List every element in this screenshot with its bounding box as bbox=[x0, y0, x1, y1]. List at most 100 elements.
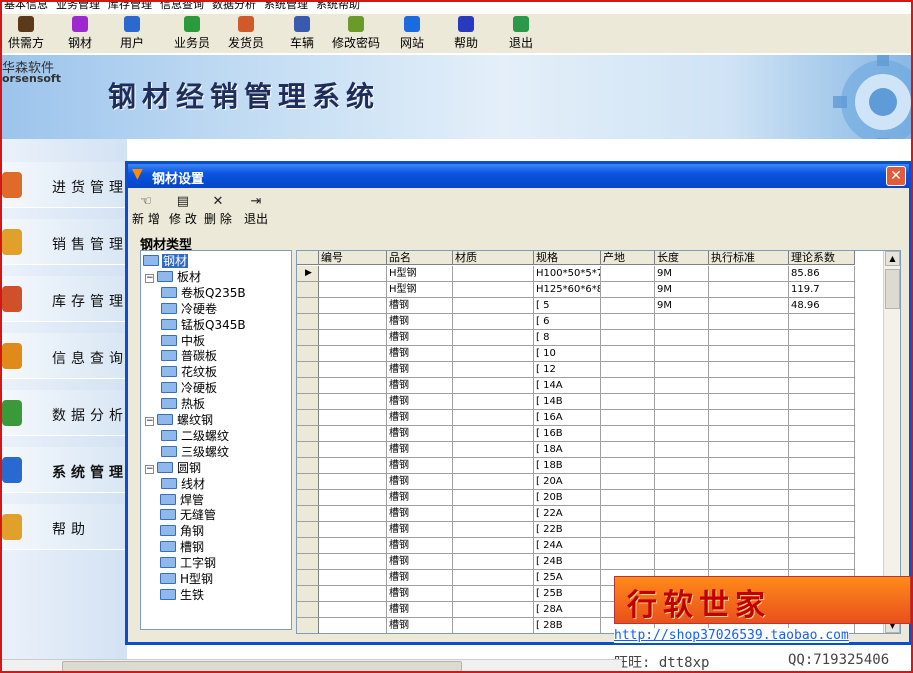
table-cell[interactable]: 9M bbox=[655, 282, 709, 298]
table-cell[interactable] bbox=[453, 378, 534, 394]
tree-node[interactable]: − 板材 bbox=[145, 269, 202, 285]
table-cell[interactable] bbox=[601, 266, 655, 282]
table-cell[interactable]: 槽钢 bbox=[387, 314, 453, 330]
table-cell[interactable]: 槽钢 bbox=[387, 394, 453, 410]
grid-column-header[interactable]: 长度 bbox=[655, 251, 709, 265]
table-cell[interactable]: [ 25B bbox=[534, 586, 601, 602]
table-cell[interactable]: [ 24A bbox=[534, 538, 601, 554]
table-cell[interactable]: 9M bbox=[655, 298, 709, 314]
tree-node[interactable]: 热板 bbox=[161, 396, 206, 412]
tree-node[interactable]: 生铁 bbox=[145, 587, 205, 603]
table-cell[interactable] bbox=[655, 522, 709, 538]
table-cell[interactable]: [ 28A bbox=[534, 602, 601, 618]
table-cell[interactable] bbox=[709, 378, 789, 394]
grid-column-header[interactable]: 规格 bbox=[534, 251, 601, 265]
dialog-toolbar-button[interactable]: ▤ 修 改 bbox=[169, 194, 197, 227]
table-row[interactable]: 槽钢 [ 5 9M 48.96 bbox=[297, 298, 855, 314]
tree-node[interactable]: 冷硬卷 bbox=[161, 301, 218, 317]
menu-item[interactable]: 数据分析 bbox=[212, 2, 256, 11]
table-row[interactable]: 槽钢 [ 22A bbox=[297, 506, 855, 522]
table-cell[interactable]: [ 24B bbox=[534, 554, 601, 570]
table-cell[interactable] bbox=[601, 442, 655, 458]
table-row[interactable]: 槽钢 [ 18A bbox=[297, 442, 855, 458]
tree-node[interactable]: 三级螺纹 bbox=[161, 444, 230, 460]
table-cell[interactable]: 槽钢 bbox=[387, 586, 453, 602]
table-row[interactable]: 槽钢 [ 24A bbox=[297, 538, 855, 554]
toolbar-button[interactable]: 车辆 bbox=[290, 16, 314, 51]
toolbar-button[interactable]: 用户 bbox=[120, 16, 144, 51]
toolbar-button[interactable]: 发货员 bbox=[228, 16, 264, 51]
tree-node[interactable]: 二级螺纹 bbox=[161, 428, 230, 444]
table-cell[interactable] bbox=[655, 442, 709, 458]
table-cell[interactable] bbox=[709, 282, 789, 298]
table-cell[interactable]: [ 6 bbox=[534, 314, 601, 330]
table-cell[interactable] bbox=[601, 298, 655, 314]
table-cell[interactable] bbox=[319, 458, 387, 474]
tree-node[interactable]: 槽钢 bbox=[145, 539, 205, 555]
table-cell[interactable] bbox=[601, 346, 655, 362]
table-cell[interactable] bbox=[655, 330, 709, 346]
table-cell[interactable] bbox=[319, 282, 387, 298]
table-row[interactable]: 槽钢 [ 14B bbox=[297, 394, 855, 410]
table-cell[interactable] bbox=[319, 330, 387, 346]
table-cell[interactable]: 槽钢 bbox=[387, 410, 453, 426]
close-button[interactable]: ✕ bbox=[886, 166, 906, 186]
table-cell[interactable]: [ 14B bbox=[534, 394, 601, 410]
table-cell[interactable]: 槽钢 bbox=[387, 346, 453, 362]
table-cell[interactable] bbox=[453, 458, 534, 474]
scroll-thumb[interactable] bbox=[885, 269, 900, 309]
table-cell[interactable]: [ 5 bbox=[534, 298, 601, 314]
table-cell[interactable] bbox=[655, 506, 709, 522]
table-cell[interactable] bbox=[319, 522, 387, 538]
hscroll-thumb[interactable] bbox=[62, 661, 462, 671]
table-row[interactable]: H型钢 H125*60*6*8 9M 119.7 bbox=[297, 282, 855, 298]
table-cell[interactable] bbox=[601, 330, 655, 346]
table-cell[interactable] bbox=[453, 490, 534, 506]
table-cell[interactable] bbox=[709, 442, 789, 458]
table-cell[interactable] bbox=[789, 490, 855, 506]
table-cell[interactable]: [ 14A bbox=[534, 378, 601, 394]
table-cell[interactable] bbox=[655, 554, 709, 570]
table-cell[interactable]: [ 16A bbox=[534, 410, 601, 426]
table-row[interactable]: 槽钢 [ 22B bbox=[297, 522, 855, 538]
grid-column-header[interactable]: 材质 bbox=[453, 251, 534, 265]
table-cell[interactable]: 槽钢 bbox=[387, 458, 453, 474]
table-cell[interactable] bbox=[453, 314, 534, 330]
table-cell[interactable] bbox=[453, 538, 534, 554]
table-cell[interactable]: [ 18B bbox=[534, 458, 601, 474]
table-cell[interactable]: 槽钢 bbox=[387, 362, 453, 378]
tree-node[interactable]: 花纹板 bbox=[161, 364, 218, 380]
table-cell[interactable] bbox=[789, 506, 855, 522]
table-cell[interactable] bbox=[789, 394, 855, 410]
grid-column-header[interactable]: 品名 bbox=[387, 251, 453, 265]
table-cell[interactable] bbox=[709, 330, 789, 346]
table-cell[interactable] bbox=[601, 522, 655, 538]
tree-expander-icon[interactable]: − bbox=[145, 273, 154, 283]
tree-node[interactable]: 无缝管 bbox=[145, 507, 217, 523]
tree-node[interactable]: 角钢 bbox=[145, 523, 205, 539]
table-cell[interactable]: 槽钢 bbox=[387, 330, 453, 346]
table-cell[interactable] bbox=[319, 410, 387, 426]
table-cell[interactable] bbox=[789, 458, 855, 474]
sidebar-item[interactable]: 进货管理 bbox=[2, 162, 127, 208]
scroll-up-icon[interactable]: ▲ bbox=[885, 251, 900, 266]
menu-item[interactable]: 系统帮助 bbox=[316, 2, 360, 11]
sidebar-item[interactable]: 数据分析 bbox=[2, 390, 127, 436]
table-cell[interactable] bbox=[319, 378, 387, 394]
table-cell[interactable] bbox=[319, 570, 387, 586]
dialog-title-bar[interactable]: ▼ 钢材设置 ✕ bbox=[128, 164, 909, 188]
table-row[interactable]: 槽钢 [ 6 bbox=[297, 314, 855, 330]
table-cell[interactable]: 槽钢 bbox=[387, 378, 453, 394]
table-cell[interactable]: [ 20B bbox=[534, 490, 601, 506]
tree-node[interactable]: 焊管 bbox=[145, 492, 205, 508]
grid-column-header[interactable]: 产地 bbox=[601, 251, 655, 265]
table-cell[interactable] bbox=[453, 554, 534, 570]
table-cell[interactable] bbox=[789, 362, 855, 378]
sidebar-item[interactable]: 帮助 bbox=[2, 504, 127, 550]
steel-type-tree[interactable]: 钢材 − 板材 卷板Q235B 冷硬卷 锰板Q345B 中板 普碳板 花纹板 冷硬板 热板 − 螺纹钢二… bbox=[140, 250, 292, 630]
table-cell[interactable]: 槽钢 bbox=[387, 474, 453, 490]
table-cell[interactable] bbox=[655, 426, 709, 442]
dialog-toolbar-button[interactable]: ⇥ 退出 bbox=[244, 194, 268, 227]
table-cell[interactable] bbox=[453, 282, 534, 298]
table-cell[interactable] bbox=[601, 378, 655, 394]
